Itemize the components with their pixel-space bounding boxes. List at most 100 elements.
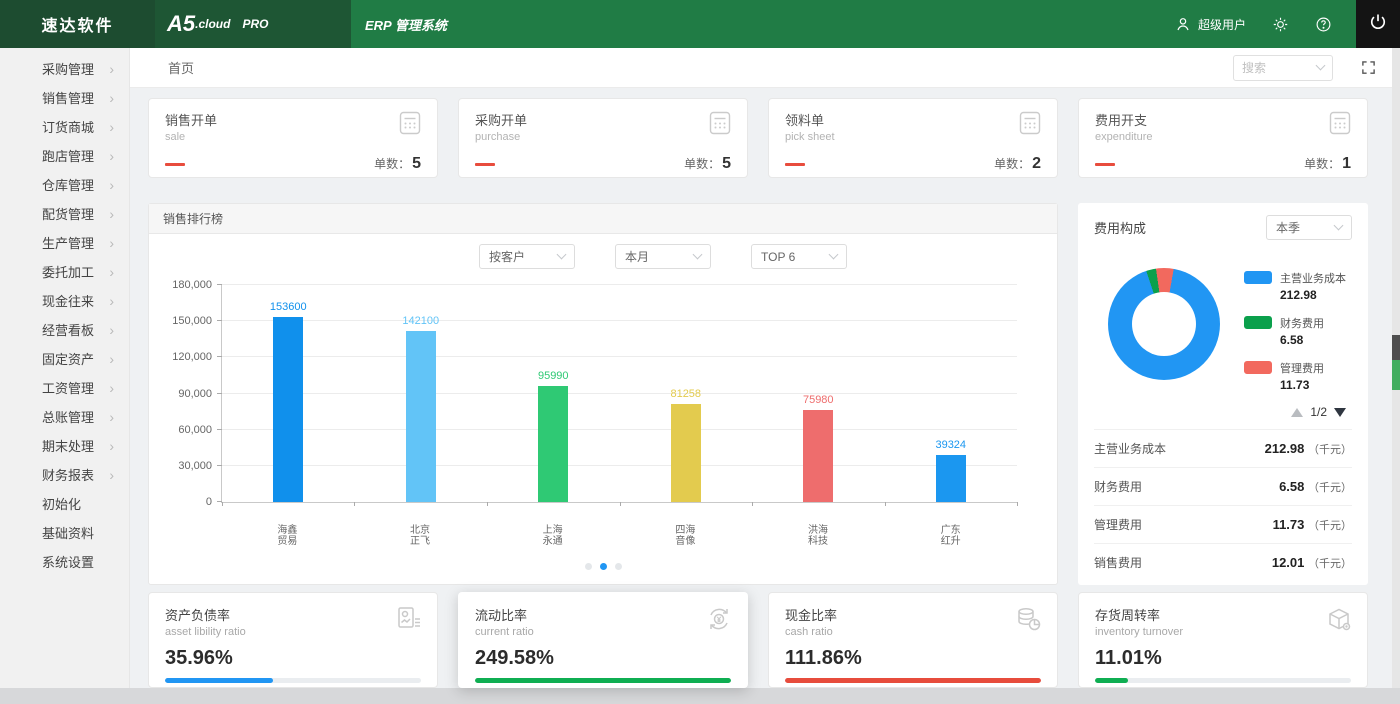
sales-bar-chart: 030,00060,00090,000120,000150,000180,000… (159, 271, 1041, 555)
pager-up-icon[interactable] (1291, 408, 1303, 417)
expense-row-value: 12.01 （千元） (1272, 555, 1352, 571)
sidebar-item-fixed-assets[interactable]: 固定资产› (0, 344, 129, 373)
sidebar-item-outsourcing[interactable]: 委托加工› (0, 257, 129, 286)
stat-card-sale[interactable]: 销售开单sale单数：5 (148, 98, 438, 178)
stat-card-count: 单数：2 (994, 155, 1041, 173)
stat-card-purchase[interactable]: 采购开单purchase单数：5 (458, 98, 748, 178)
stat-card-footer: 单数：5 (165, 155, 421, 173)
sidebar-item-sales[interactable]: 销售管理› (0, 83, 129, 112)
breadcrumb-home[interactable]: 首页 (168, 58, 194, 77)
sidebar-item-order-mall[interactable]: 订货商城› (0, 112, 129, 141)
ratio-card-subtitle: inventory turnover (1095, 626, 1351, 638)
scrollbar-thumb[interactable] (1392, 335, 1400, 360)
sidebar-item-purchase[interactable]: 采购管理› (0, 54, 129, 83)
stat-card-count: 单数：5 (684, 155, 731, 173)
sidebar-item-cash[interactable]: 现金往来› (0, 286, 129, 315)
ratio-card-current-ratio[interactable]: 流动比率current ratio249.58% (458, 592, 748, 688)
chevron-right-icon: › (109, 352, 114, 366)
pager-down-icon[interactable] (1334, 408, 1346, 417)
expense-period-select[interactable]: 本季 (1266, 215, 1352, 240)
progress-track (1095, 678, 1351, 683)
stat-card-footer: 单数：1 (1095, 155, 1351, 173)
page-scrollbar[interactable] (1392, 48, 1400, 688)
search-input[interactable] (1242, 61, 1302, 75)
carousel-dot-1[interactable] (585, 563, 592, 570)
legend-item: 财务费用6.58 (1244, 315, 1346, 347)
trend-dash (785, 163, 805, 166)
scrollbar-indicator (1392, 360, 1400, 390)
filter-topn-select[interactable]: TOP 6 (751, 244, 847, 269)
stat-card-subtitle: expenditure (1095, 131, 1351, 143)
fullscreen-icon[interactable] (1361, 60, 1376, 75)
sidebar-item-label: 配货管理 (42, 204, 94, 223)
chevron-right-icon: › (109, 62, 114, 76)
search-combobox[interactable] (1233, 55, 1333, 81)
count-value: 5 (412, 155, 421, 172)
sidebar-item-financial-reports[interactable]: 财务报表› (0, 460, 129, 489)
chart-plot-area: 030,00060,00090,000120,000150,000180,000… (221, 285, 1017, 503)
sidebar-item-warehouse[interactable]: 仓库管理› (0, 170, 129, 199)
count-value: 5 (722, 155, 731, 172)
legend-swatch (1244, 316, 1272, 329)
sidebar-item-dashboard[interactable]: 经营看板› (0, 315, 129, 344)
bar-column: 95990 (487, 285, 620, 502)
sidebar-item-payroll[interactable]: 工资管理› (0, 373, 129, 402)
user-icon (1175, 16, 1191, 32)
settings-gear-icon[interactable] (1272, 16, 1289, 33)
expense-donut-area: 主营业务成本212.98财务费用6.58管理费用11.73 (1094, 268, 1352, 392)
chevron-right-icon: › (109, 323, 114, 337)
main-content: 首页 销售开单sale单数：5采购开单purchase单数：5领料单pick s… (130, 48, 1400, 688)
ratio-card-title: 存货周转率 (1095, 605, 1351, 624)
stat-card-pick-sheet[interactable]: 领料单pick sheet单数：2 (768, 98, 1058, 178)
stat-card-count: 单数：1 (1304, 155, 1351, 173)
sidebar-item-label: 初始化 (42, 494, 81, 513)
bar-value-label: 153600 (270, 301, 307, 313)
ratio-card-subtitle: cash ratio (785, 626, 1041, 638)
x-axis-tick (222, 502, 223, 506)
header-actions: 超级用户 (1175, 16, 1356, 33)
y-axis-tick-label: 0 (206, 496, 212, 508)
bar-5 (803, 410, 833, 502)
sales-panel-title: 销售排行榜 (149, 204, 1057, 234)
sidebar-item-label: 期末处理 (42, 436, 94, 455)
user-menu[interactable]: 超级用户 (1175, 16, 1246, 33)
sidebar-item-general-ledger[interactable]: 总账管理› (0, 402, 129, 431)
chevron-down-icon (1334, 221, 1344, 231)
sidebar-item-store-visit[interactable]: 跑店管理› (0, 141, 129, 170)
sidebar-item-period-end[interactable]: 期末处理› (0, 431, 129, 460)
sidebar-item-base-data[interactable]: 基础资料 (0, 518, 129, 547)
ratio-card-asset-liability-ratio[interactable]: 资产负债率asset libility ratio35.96% (148, 592, 438, 688)
stat-card-expenditure[interactable]: 费用开支expenditure单数：1 (1078, 98, 1368, 178)
filter-by-customer-select[interactable]: 按客户 (479, 244, 575, 269)
carousel-dot-2[interactable] (600, 563, 607, 570)
expense-row: 销售费用12.01 （千元） (1094, 543, 1352, 581)
document-coin-icon (395, 605, 423, 638)
x-axis-category-label: 上海永通 (486, 521, 619, 549)
ratio-card-inventory-turnover[interactable]: 存货周转率inventory turnover11.01% (1078, 592, 1368, 688)
stat-card-footer: 单数：2 (785, 155, 1041, 173)
legend-pager: 1/2 (1094, 405, 1352, 419)
chevron-down-icon (557, 250, 567, 260)
ratio-card-cash-ratio[interactable]: 现金比率cash ratio111.86% (768, 592, 1058, 688)
coins-pie-icon (1015, 605, 1043, 638)
filter-period-select[interactable]: 本月 (615, 244, 711, 269)
sidebar-item-system-settings[interactable]: 系统设置 (0, 547, 129, 576)
expense-donut-chart (1108, 268, 1220, 380)
progress-track (165, 678, 421, 683)
body: 采购管理›销售管理›订货商城›跑店管理›仓库管理›配货管理›生产管理›委托加工›… (0, 48, 1400, 688)
sales-chart-filters: 按客户 本月 TOP 6 (209, 244, 1117, 269)
expense-row: 管理费用11.73 （千元） (1094, 505, 1352, 543)
sidebar-item-label: 系统设置 (42, 552, 94, 571)
carousel-dot-3[interactable] (615, 563, 622, 570)
sidebar-item-distribution[interactable]: 配货管理› (0, 199, 129, 228)
ratio-card-value: 35.96% (165, 647, 421, 670)
sidebar-item-production[interactable]: 生产管理› (0, 228, 129, 257)
sidebar-item-initialization[interactable]: 初始化 (0, 489, 129, 518)
ratio-cards-row: 资产负债率asset libility ratio35.96%流动比率curre… (130, 592, 1400, 688)
legend-item: 主营业务成本212.98 (1244, 270, 1346, 302)
logout-power-button[interactable] (1356, 0, 1400, 48)
stat-card-count: 单数：5 (374, 155, 421, 173)
bar-value-label: 81258 (670, 388, 701, 400)
carousel-dots (149, 555, 1057, 584)
help-icon[interactable] (1315, 16, 1332, 33)
